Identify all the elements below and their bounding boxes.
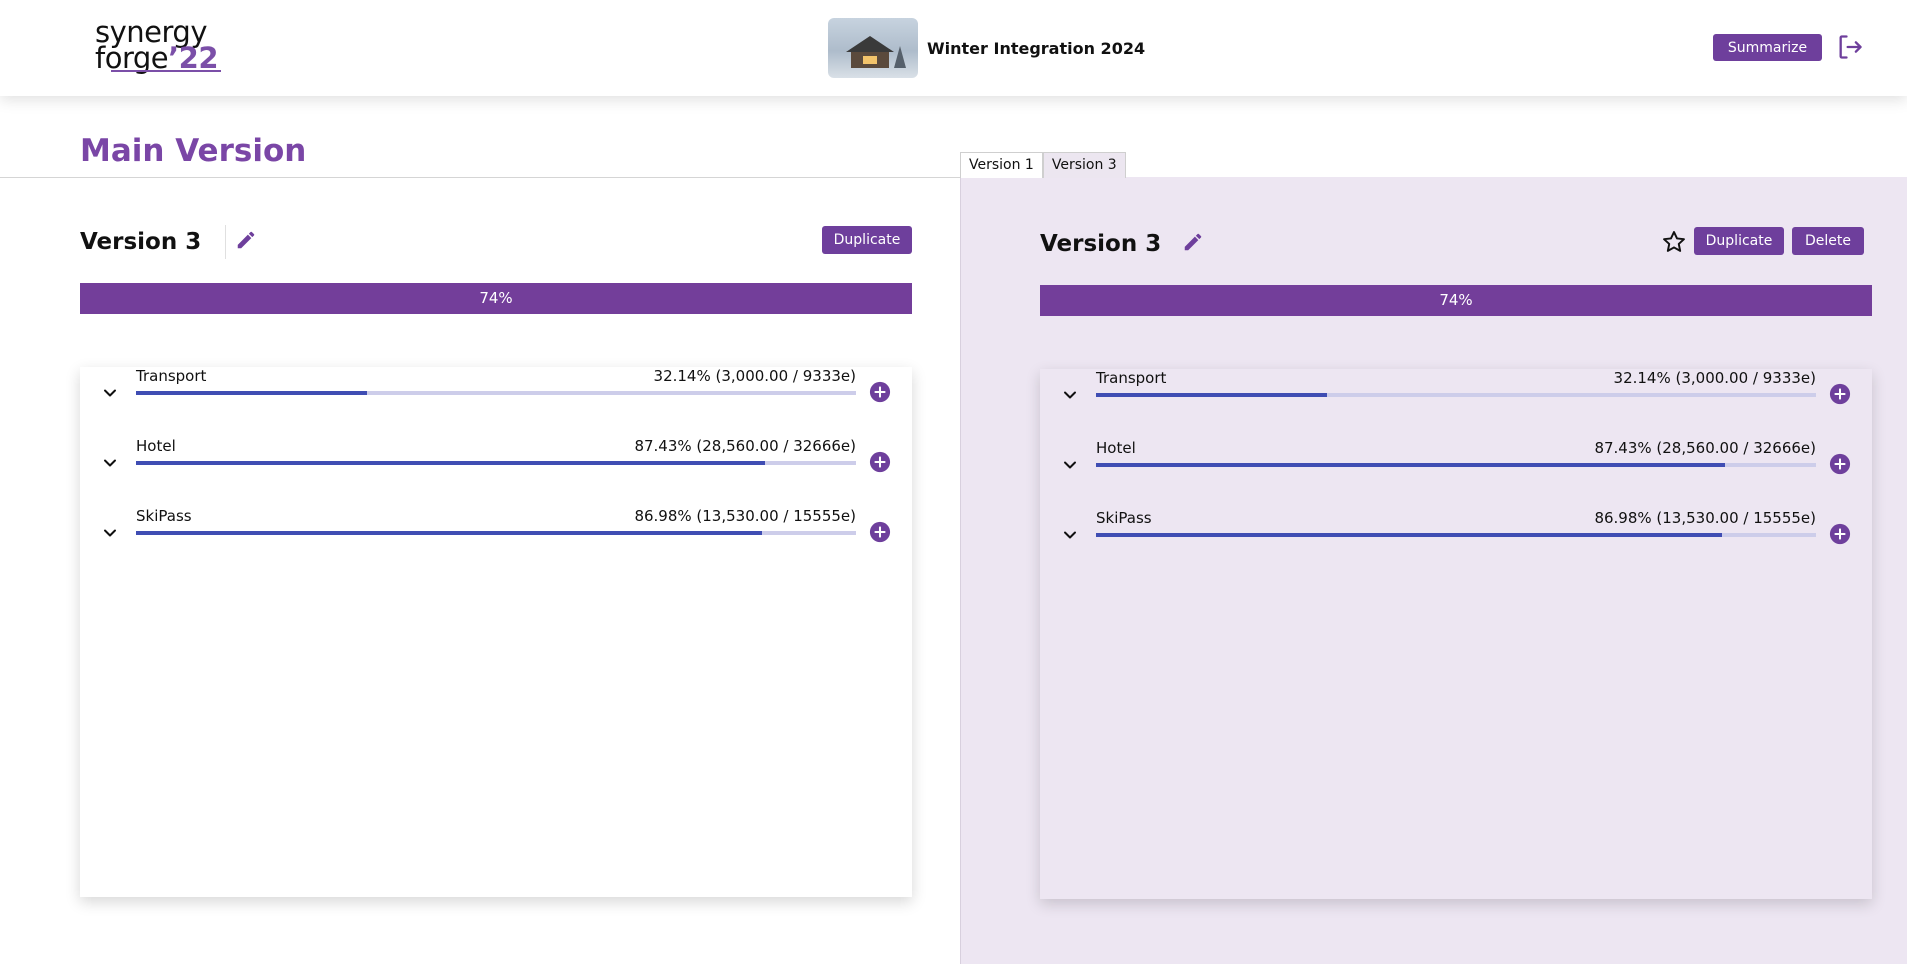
top-header: synergy forge’22 Winter Integration 2024…	[0, 0, 1907, 96]
left-duplicate-button[interactable]: Duplicate	[822, 226, 912, 254]
right-edit-icon[interactable]	[1182, 231, 1204, 253]
add-circle-icon[interactable]	[869, 451, 891, 473]
chevron-down-icon[interactable]	[100, 453, 120, 473]
title-divider	[0, 177, 960, 178]
item-progress-fill	[1096, 533, 1723, 537]
right-delete-button[interactable]: Delete	[1792, 227, 1864, 255]
star-icon[interactable]	[1661, 229, 1687, 255]
item-name: Hotel	[136, 437, 176, 455]
left-edit-icon[interactable]	[235, 229, 257, 251]
event-title: Winter Integration 2024	[927, 38, 1146, 58]
item-stat: 87.43% (28,560.00 / 32666e)	[1594, 439, 1816, 457]
list-item: Hotel 87.43% (28,560.00 / 32666e)	[1040, 439, 1872, 489]
add-circle-icon[interactable]	[1829, 453, 1851, 475]
item-progress-track	[1096, 393, 1816, 397]
item-name: SkiPass	[136, 507, 192, 525]
left-title-separator	[225, 225, 226, 259]
list-item: SkiPass 86.98% (13,530.00 / 15555e)	[80, 507, 912, 557]
chevron-down-icon[interactable]	[1060, 525, 1080, 545]
item-progress-track	[136, 531, 856, 535]
right-budget-card: Transport 32.14% (3,000.00 / 9333e) Hote…	[1040, 369, 1872, 899]
item-progress-fill	[136, 461, 766, 465]
event-thumbnail	[828, 18, 918, 78]
list-item: Hotel 87.43% (28,560.00 / 32666e)	[80, 437, 912, 487]
version-tabs: Version 1 Version 3	[960, 152, 1126, 178]
left-version-title: Version 3	[80, 229, 202, 255]
item-stat: 86.98% (13,530.00 / 15555e)	[634, 507, 856, 525]
synergy-forge-logo[interactable]: synergy forge’22	[95, 18, 225, 76]
summarize-button[interactable]: Summarize	[1713, 34, 1822, 61]
list-item: Transport 32.14% (3,000.00 / 9333e)	[1040, 369, 1872, 419]
item-progress-fill	[1096, 463, 1726, 467]
right-version-title: Version 3	[1040, 231, 1162, 257]
page-title: Main Version	[80, 133, 307, 169]
add-circle-icon[interactable]	[1829, 523, 1851, 545]
item-name: Transport	[1096, 369, 1167, 387]
item-progress-track	[1096, 533, 1816, 537]
tab-version-3[interactable]: Version 3	[1042, 152, 1126, 178]
list-item: SkiPass 86.98% (13,530.00 / 15555e)	[1040, 509, 1872, 559]
item-name: Transport	[136, 367, 207, 385]
item-progress-track	[1096, 463, 1816, 467]
right-duplicate-button[interactable]: Duplicate	[1694, 227, 1784, 255]
chevron-down-icon[interactable]	[1060, 455, 1080, 475]
item-name: Hotel	[1096, 439, 1136, 457]
left-progress-bar: 74%	[80, 283, 912, 314]
item-stat: 87.43% (28,560.00 / 32666e)	[634, 437, 856, 455]
add-circle-icon[interactable]	[869, 521, 891, 543]
item-stat: 32.14% (3,000.00 / 9333e)	[1613, 369, 1816, 387]
item-progress-fill	[136, 391, 368, 395]
chevron-down-icon[interactable]	[1060, 385, 1080, 405]
logo-underline	[111, 70, 221, 72]
item-stat: 32.14% (3,000.00 / 9333e)	[653, 367, 856, 385]
event-info: Winter Integration 2024	[828, 18, 1145, 78]
chevron-down-icon[interactable]	[100, 523, 120, 543]
logo-line-2: forge’22	[95, 44, 218, 73]
item-progress-fill	[1096, 393, 1328, 397]
item-progress-track	[136, 461, 856, 465]
tab-version-1[interactable]: Version 1	[960, 152, 1043, 178]
item-name: SkiPass	[1096, 509, 1152, 527]
right-progress-bar: 74%	[1040, 285, 1872, 316]
logout-icon[interactable]	[1836, 33, 1864, 61]
item-stat: 86.98% (13,530.00 / 15555e)	[1594, 509, 1816, 527]
add-circle-icon[interactable]	[869, 381, 891, 403]
list-item: Transport 32.14% (3,000.00 / 9333e)	[80, 367, 912, 417]
left-budget-card: Transport 32.14% (3,000.00 / 9333e) Hote…	[80, 367, 912, 897]
chevron-down-icon[interactable]	[100, 383, 120, 403]
add-circle-icon[interactable]	[1829, 383, 1851, 405]
item-progress-track	[136, 391, 856, 395]
item-progress-fill	[136, 531, 763, 535]
